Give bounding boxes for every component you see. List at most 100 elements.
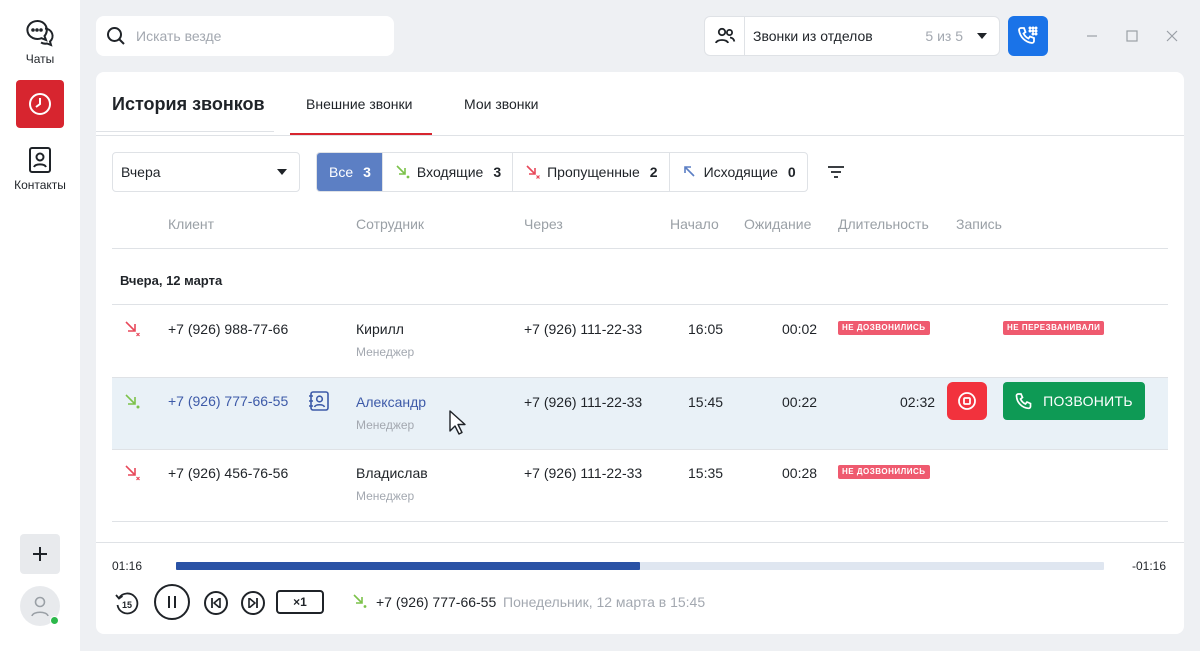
outgoing-arrow-icon bbox=[682, 165, 698, 179]
via-number: +7 (926) 111-22-33 bbox=[524, 394, 643, 410]
client-phone[interactable]: +7 (926) 988-77-66 bbox=[168, 321, 288, 337]
stop-icon bbox=[958, 392, 976, 410]
divider bbox=[112, 248, 1168, 249]
avatar[interactable] bbox=[20, 586, 60, 626]
client-phone[interactable]: +7 (926) 777-66-55 bbox=[168, 393, 288, 409]
filter-all[interactable]: Все 3 bbox=[317, 153, 382, 191]
status-badge: НЕ ДОЗВОНИЛИСЬ bbox=[838, 321, 930, 335]
playing-number: +7 (926) 777-66-55 bbox=[376, 594, 497, 610]
search-placeholder: Искать везде bbox=[136, 28, 222, 44]
departments-label: Звонки из отделов bbox=[753, 28, 873, 44]
playback-speed-button[interactable]: ×1 bbox=[276, 590, 324, 614]
previous-button[interactable] bbox=[204, 591, 228, 615]
column-header-start: Начало bbox=[670, 216, 719, 232]
divider bbox=[96, 542, 1184, 543]
rail-label-contacts: Контакты bbox=[14, 178, 66, 192]
filter-label: Входящие bbox=[416, 164, 484, 180]
phone-icon bbox=[1015, 393, 1032, 410]
caret-down-icon bbox=[977, 33, 987, 39]
next-button[interactable] bbox=[241, 591, 265, 615]
pause-button[interactable] bbox=[154, 584, 190, 620]
sort-icon bbox=[828, 166, 844, 178]
employee-role: Менеджер bbox=[356, 418, 415, 432]
tab-my-calls[interactable]: Мои звонки bbox=[464, 96, 538, 112]
divider bbox=[96, 131, 274, 132]
start-time: 16:05 bbox=[688, 321, 724, 337]
playback-progress-bar[interactable] bbox=[176, 562, 1104, 570]
departments-count: 5 из 5 bbox=[925, 28, 963, 44]
wait-time: 00:02 bbox=[782, 321, 818, 337]
tab-external-calls[interactable]: Внешние звонки bbox=[306, 96, 412, 112]
incoming-call-icon bbox=[125, 394, 140, 409]
call-history-panel: История звонков Внешние звонки Мои звонк… bbox=[96, 72, 1184, 634]
via-number: +7 (926) 111-22-33 bbox=[524, 465, 643, 481]
rail-item-contacts[interactable]: Контакты bbox=[0, 146, 80, 192]
pause-icon bbox=[168, 596, 176, 608]
playing-date: Понедельник, 12 марта в 15:45 bbox=[503, 594, 706, 610]
status-badge: НЕ ДОЗВОНИЛИСЬ bbox=[838, 465, 930, 479]
status-badge: НЕ ПЕРЕЗВАНИВАЛИ bbox=[1003, 321, 1105, 335]
divider bbox=[112, 521, 1168, 522]
period-value: Вчера bbox=[121, 164, 161, 180]
date-group-label: Вчера, 12 марта bbox=[120, 273, 223, 288]
filter-count: 3 bbox=[363, 164, 371, 180]
maximize-button[interactable] bbox=[1122, 26, 1142, 46]
skip-back-icon bbox=[211, 598, 221, 608]
incoming-arrow-icon bbox=[395, 165, 411, 179]
missed-call-icon bbox=[125, 321, 140, 337]
minimize-icon bbox=[1087, 35, 1097, 37]
close-button[interactable] bbox=[1162, 26, 1182, 46]
divider bbox=[96, 135, 1184, 136]
clock-icon bbox=[29, 93, 51, 115]
filter-missed[interactable]: Пропущенные 2 bbox=[512, 153, 668, 191]
add-contact-icon[interactable] bbox=[308, 390, 330, 412]
table-row[interactable]: +7 (926) 456-76-56 Владислав Менеджер +7… bbox=[112, 450, 1168, 522]
rewind-15-button[interactable]: 15 bbox=[114, 590, 140, 616]
employee-name[interactable]: Кирилл bbox=[356, 321, 404, 337]
employee-name[interactable]: Владислав bbox=[356, 465, 428, 481]
filter-outgoing[interactable]: Исходящие 0 bbox=[668, 153, 807, 191]
column-header-client: Клиент bbox=[168, 216, 215, 232]
elapsed-time: 01:16 bbox=[112, 559, 143, 573]
search-icon bbox=[107, 27, 125, 45]
client-phone[interactable]: +7 (926) 456-76-56 bbox=[168, 465, 288, 481]
column-header-duration: Длительность bbox=[838, 216, 929, 232]
start-time: 15:35 bbox=[688, 465, 724, 481]
filter-label: Пропущенные bbox=[547, 164, 640, 180]
dialpad-button[interactable] bbox=[1008, 16, 1048, 56]
incoming-call-icon bbox=[353, 594, 367, 608]
missed-call-icon bbox=[125, 465, 140, 481]
rail-item-chats[interactable]: Чаты bbox=[0, 18, 80, 66]
call-button-label: ПОЗВОНИТЬ bbox=[1043, 393, 1133, 409]
column-header-via: Через bbox=[524, 216, 563, 232]
filter-incoming[interactable]: Входящие 3 bbox=[381, 153, 512, 191]
call-type-filter: Все 3 Входящие 3 Пропущенные 2 Исходящие… bbox=[316, 152, 808, 192]
rail-item-call-history[interactable] bbox=[16, 80, 64, 128]
employee-role: Менеджер bbox=[356, 345, 415, 359]
minimize-button[interactable] bbox=[1082, 26, 1102, 46]
add-button[interactable] bbox=[20, 534, 60, 574]
sort-button[interactable] bbox=[822, 160, 850, 184]
svg-text:15: 15 bbox=[122, 600, 132, 610]
wait-time: 00:22 bbox=[782, 394, 818, 410]
rail-label-chats: Чаты bbox=[25, 52, 55, 66]
wait-time: 00:28 bbox=[782, 465, 818, 481]
contacts-icon bbox=[29, 147, 51, 173]
team-icon bbox=[714, 27, 735, 44]
caret-down-icon bbox=[277, 169, 287, 175]
online-status-dot bbox=[50, 616, 59, 625]
dept-icon-wrap bbox=[705, 17, 745, 55]
skip-forward-icon bbox=[248, 598, 258, 608]
table-row[interactable]: +7 (926) 777-66-55 Александр Менеджер +7… bbox=[112, 378, 1168, 450]
table-row[interactable]: +7 (926) 988-77-66 Кирилл Менеджер +7 (9… bbox=[112, 305, 1168, 377]
period-select[interactable]: Вчера bbox=[112, 152, 300, 192]
search-input[interactable]: Искать везде bbox=[96, 16, 394, 56]
filter-label: Исходящие bbox=[703, 164, 778, 180]
departments-select[interactable]: Звонки из отделов 5 из 5 bbox=[704, 16, 1000, 56]
mouse-cursor-icon bbox=[449, 410, 466, 435]
filter-count: 3 bbox=[493, 164, 502, 180]
employee-name[interactable]: Александр bbox=[356, 394, 426, 410]
user-icon bbox=[31, 596, 49, 617]
call-button[interactable]: ПОЗВОНИТЬ bbox=[1003, 382, 1145, 420]
stop-recording-button[interactable] bbox=[947, 382, 987, 420]
